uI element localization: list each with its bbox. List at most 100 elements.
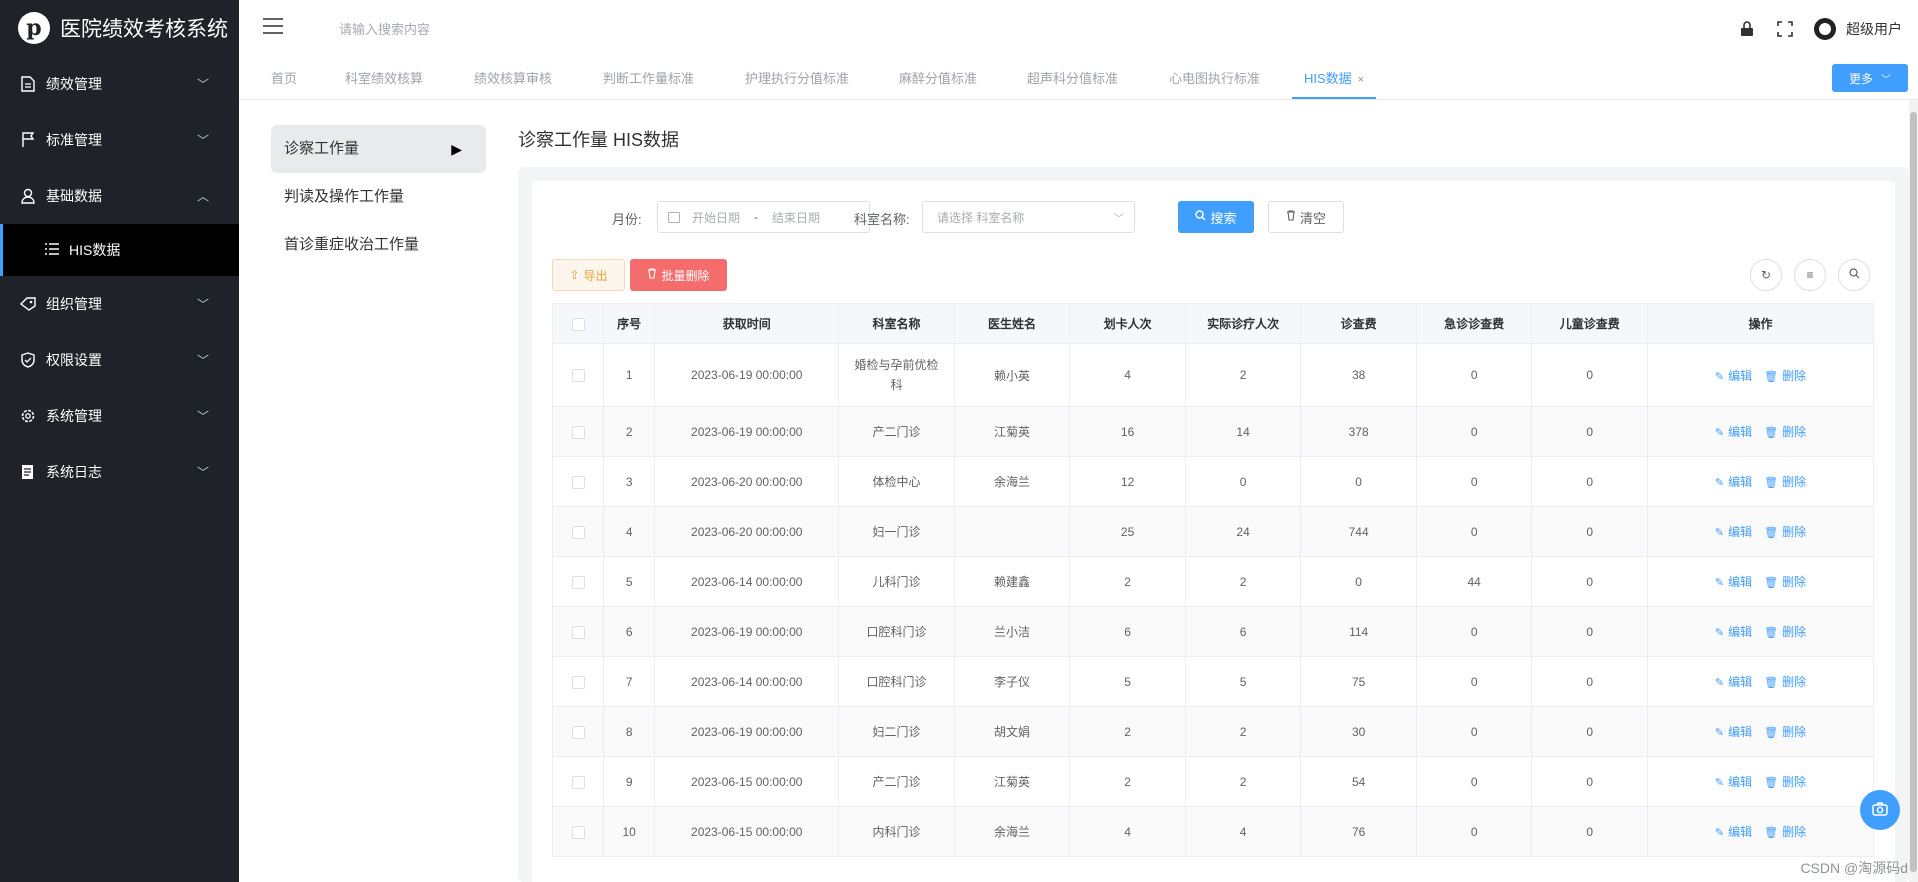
edit-button[interactable]: ✎ 编辑 xyxy=(1715,475,1752,489)
tab-performance-review[interactable]: 绩效核算审核 xyxy=(462,58,564,99)
tab-workload-standard[interactable]: 判断工作量标准 xyxy=(591,58,706,99)
column-header[interactable]: 诊查费 xyxy=(1300,303,1417,344)
table-row[interactable]: 10 2023-06-15 00:00:00 内科门诊 余海兰 4 4 76 0 0 ✎ 编辑 🗑 删除 xyxy=(551,806,1875,857)
batch-delete-label: 批量删除 xyxy=(661,268,710,283)
row-checkbox[interactable] xyxy=(571,475,585,489)
table-row[interactable]: 5 2023-06-14 00:00:00 儿科门诊 赖建鑫 2 2 0 44 0 ✎ 编辑 🗑 删除 xyxy=(551,556,1875,607)
sidebar-item-system[interactable]: 系统管理 ﹀ xyxy=(0,388,239,444)
subnav-item-consultation[interactable]: 诊察工作量 ▶ xyxy=(271,125,486,173)
delete-button[interactable]: 🗑 删除 xyxy=(1764,725,1806,739)
user-name[interactable]: 超级用户 xyxy=(1846,19,1902,39)
table-row[interactable]: 7 2023-06-14 00:00:00 口腔科门诊 李子仪 5 5 75 0 0 ✎ 编辑 🗑 删除 xyxy=(551,656,1875,707)
table-cell: 378 xyxy=(1300,406,1417,457)
delete-button[interactable]: 🗑 删除 xyxy=(1764,625,1806,639)
edit-button[interactable]: ✎ 编辑 xyxy=(1715,725,1752,739)
column-header[interactable]: 急诊诊查费 xyxy=(1415,303,1533,344)
delete-button[interactable]: 🗑 删除 xyxy=(1764,775,1806,789)
edit-button[interactable]: ✎ 编辑 xyxy=(1715,425,1752,439)
sidebar-item-standards[interactable]: 标准管理 ﹀ xyxy=(0,112,239,168)
export-button[interactable]: ⇧ 导出 xyxy=(552,259,625,291)
logo[interactable]: p 医院绩效考核系统 xyxy=(0,0,239,56)
row-checkbox[interactable] xyxy=(571,525,585,539)
sidebar-item-performance[interactable]: 绩效管理 ﹀ xyxy=(0,56,239,112)
column-header[interactable]: 划卡人次 xyxy=(1069,303,1186,344)
sidebar-item-his-data[interactable]: HIS数据 xyxy=(0,224,239,276)
row-checkbox[interactable] xyxy=(571,775,585,789)
edit-button[interactable]: ✎ 编辑 xyxy=(1715,575,1752,589)
watermark: CSDN @淘源码d xyxy=(1800,860,1908,876)
tab-his-data[interactable]: HIS数据 × xyxy=(1292,58,1377,99)
row-checkbox[interactable] xyxy=(571,575,585,589)
table-row[interactable]: 4 2023-06-20 00:00:00 妇一门诊 25 24 744 0 0 ✎ 编辑 🗑 删除 xyxy=(551,506,1875,557)
edit-button[interactable]: ✎ 编辑 xyxy=(1715,625,1752,639)
column-header[interactable]: 医生姓名 xyxy=(953,303,1071,344)
row-checkbox[interactable] xyxy=(571,725,585,739)
table-row[interactable]: 1 2023-06-19 00:00:00 婚检与孕前优检科 赖小英 4 2 38 0 0 ✎ 编辑… xyxy=(551,343,1875,407)
sidebar-item-organization[interactable]: 组织管理 ﹀ xyxy=(0,276,239,332)
search-button[interactable]: 搜索 xyxy=(1178,201,1254,233)
fullscreen-icon[interactable] xyxy=(1776,20,1794,38)
edit-button[interactable]: ✎ 编辑 xyxy=(1715,825,1752,839)
tab-anesthesia-standard[interactable]: 麻醉分值标准 xyxy=(887,58,989,99)
edit-label: 编辑 xyxy=(1728,425,1753,439)
close-icon[interactable]: × xyxy=(1358,74,1364,86)
sidebar-item-logs[interactable]: 系统日志 ﹀ xyxy=(0,444,239,500)
tab-nursing-standard[interactable]: 护理执行分值标准 xyxy=(733,58,861,99)
subnav-item-interpretation[interactable]: 判读及操作工作量 xyxy=(271,173,486,221)
screenshot-button[interactable] xyxy=(1860,790,1900,830)
column-header[interactable]: 实际诊疗人次 xyxy=(1184,303,1302,344)
table-cell: 16 xyxy=(1069,406,1186,457)
global-search-input[interactable] xyxy=(339,14,639,44)
hamburger-menu-icon[interactable] xyxy=(263,18,283,36)
column-header[interactable]: 序号 xyxy=(603,303,656,344)
delete-button[interactable]: 🗑 删除 xyxy=(1764,475,1806,489)
dept-select[interactable]: 请选择 科室名称 ﹀ xyxy=(922,201,1135,233)
toggle-search-button[interactable] xyxy=(1838,259,1870,291)
start-date-placeholder[interactable]: 开始日期 xyxy=(692,209,740,226)
edit-button[interactable]: ✎ 编辑 xyxy=(1715,775,1752,789)
tab-home[interactable]: 首页 xyxy=(259,58,309,99)
row-checkbox[interactable] xyxy=(571,625,585,639)
table-row[interactable]: 2 2023-06-19 00:00:00 产二门诊 江菊英 16 14 378 0 0 ✎ 编辑 🗑… xyxy=(551,406,1875,457)
column-header[interactable]: 获取时间 xyxy=(654,303,840,344)
refresh-button[interactable]: ↻ xyxy=(1750,259,1782,291)
sidebar-item-basic-data[interactable]: 基础数据 ︿ xyxy=(0,168,239,224)
table-cell: 744 xyxy=(1300,506,1417,557)
column-header[interactable]: 科室名称 xyxy=(838,303,955,344)
table-row[interactable]: 8 2023-06-19 00:00:00 妇二门诊 胡文娟 2 2 30 0 0 ✎ 编辑 🗑 删除 xyxy=(551,706,1875,757)
sidebar-item-permissions[interactable]: 权限设置 ﹀ xyxy=(0,332,239,388)
end-date-placeholder[interactable]: 结束日期 xyxy=(772,209,820,226)
delete-button[interactable]: 🗑 删除 xyxy=(1764,525,1806,539)
column-header[interactable]: 儿童诊查费 xyxy=(1531,303,1648,344)
clear-button[interactable]: 清空 xyxy=(1268,201,1344,233)
tab-ecg-standard[interactable]: 心电图执行标准 xyxy=(1157,58,1272,99)
row-actions: ✎ 编辑 🗑 删除 xyxy=(1646,343,1875,407)
table-row[interactable]: 6 2023-06-19 00:00:00 口腔科门诊 兰小洁 6 6 114 0 0 ✎ 编辑 🗑 删… xyxy=(551,606,1875,657)
subnav-item-first-diagnosis[interactable]: 首诊重症收治工作量 xyxy=(271,221,486,269)
delete-button[interactable]: 🗑 删除 xyxy=(1764,675,1806,689)
edit-button[interactable]: ✎ 编辑 xyxy=(1715,369,1752,383)
tab-dept-performance[interactable]: 科室绩效核算 xyxy=(333,58,435,99)
lock-icon[interactable] xyxy=(1738,20,1756,38)
row-checkbox[interactable] xyxy=(571,369,585,383)
table-row[interactable]: 9 2023-06-15 00:00:00 产二门诊 江菊英 2 2 54 0 0 ✎ 编辑 🗑 删除 xyxy=(551,756,1875,807)
table-cell: 4 xyxy=(603,506,656,557)
table-row[interactable]: 3 2023-06-20 00:00:00 体检中心 余海兰 12 0 0 0 0 ✎ 编辑 🗑 删除 xyxy=(551,456,1875,507)
delete-button[interactable]: 🗑 删除 xyxy=(1764,425,1806,439)
delete-button[interactable]: 🗑 删除 xyxy=(1764,575,1806,589)
edit-button[interactable]: ✎ 编辑 xyxy=(1715,525,1752,539)
columns-button[interactable]: ≡ xyxy=(1794,259,1826,291)
row-checkbox[interactable] xyxy=(571,675,585,689)
scrollbar-thumb[interactable] xyxy=(1910,112,1917,872)
tab-ultrasound-standard[interactable]: 超声科分值标准 xyxy=(1015,58,1130,99)
select-all-checkbox[interactable] xyxy=(571,317,585,331)
date-range-picker[interactable]: 开始日期 - 结束日期 xyxy=(657,201,870,233)
more-tabs-button[interactable]: 更多 ﹀ xyxy=(1832,64,1908,92)
delete-button[interactable]: 🗑 删除 xyxy=(1764,825,1806,839)
edit-button[interactable]: ✎ 编辑 xyxy=(1715,675,1752,689)
row-checkbox[interactable] xyxy=(571,825,585,839)
delete-button[interactable]: 🗑 删除 xyxy=(1764,369,1806,383)
avatar[interactable] xyxy=(1814,18,1836,40)
batch-delete-button[interactable]: 批量删除 xyxy=(630,259,727,291)
row-checkbox[interactable] xyxy=(571,425,585,439)
